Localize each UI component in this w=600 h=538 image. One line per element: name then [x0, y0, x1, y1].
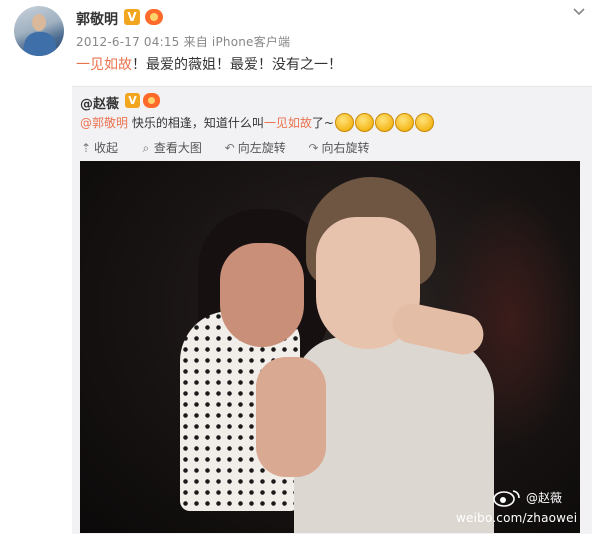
- emoji-icon: [414, 113, 434, 132]
- emoji-icon: [394, 113, 414, 132]
- photo-face: [220, 243, 304, 347]
- view-large-label: 查看大图: [153, 141, 202, 155]
- collapse-button[interactable]: ⇡ 收起: [80, 139, 118, 156]
- repost-text-highlight: 一见如故: [263, 116, 312, 130]
- member-icon: [143, 93, 160, 108]
- chevron-down-icon[interactable]: [572, 4, 586, 18]
- repost-box: @赵薇 V @郭敬明 快乐的相逢，知道什么叫一见如故了~ ⇡ 收起 ⌕ 查看大图 ↶…: [72, 86, 592, 534]
- post-text: 一见如故！最爱的薇姐！最爱！没有之一！: [76, 54, 342, 74]
- photo-hands: [256, 357, 326, 477]
- mention-link[interactable]: @郭敬明: [80, 116, 128, 130]
- rotate-right-icon: ↷: [308, 141, 319, 155]
- rotate-left-label: 向左旋转: [237, 141, 286, 155]
- repost-text: @郭敬明 快乐的相逢，知道什么叫一见如故了~: [80, 113, 434, 133]
- emoji-icon: [374, 113, 394, 132]
- rotate-left-icon: ↶: [224, 141, 235, 155]
- rotate-right-label: 向右旋转: [321, 141, 370, 155]
- verified-badge-icon: V: [125, 93, 140, 108]
- post-user-name[interactable]: 郭敬明: [76, 9, 118, 29]
- watermark-url: weibo.com/zhaowei: [456, 511, 578, 525]
- repost-user-name[interactable]: @赵薇: [80, 93, 119, 112]
- collapse-icon: ⇡: [80, 141, 92, 155]
- weibo-post-card: 郭敬明 V 2012-6-17 04:15 来自 iPhone客户端 一见如故！…: [0, 0, 600, 538]
- collapse-label: 收起: [94, 141, 119, 155]
- zoom-icon: ⌕: [142, 141, 150, 155]
- watermark-user: @赵薇: [526, 491, 563, 505]
- post-text-rest: ！最爱的薇姐！最爱！没有之一！: [132, 57, 342, 73]
- avatar-body: [24, 32, 56, 56]
- view-large-button[interactable]: ⌕ 查看大图: [140, 139, 202, 156]
- emoji-row: [334, 113, 434, 132]
- rotate-left-button[interactable]: ↶ 向左旋转: [224, 139, 286, 156]
- post-photo[interactable]: @赵薇 weibo.com/zhaowei: [80, 161, 580, 533]
- verified-badge-icon: V: [124, 9, 140, 25]
- avatar-head: [32, 14, 46, 31]
- weibo-logo-icon: [493, 490, 520, 507]
- rotate-right-button[interactable]: ↷ 向右旋转: [308, 139, 370, 156]
- emoji-icon: [354, 113, 374, 132]
- emoji-icon: [334, 113, 354, 132]
- repost-text-mid: 快乐的相逢，知道什么叫: [128, 116, 264, 130]
- post-text-highlight: 一见如故: [76, 57, 132, 73]
- repost-text-end: 了~: [311, 116, 334, 130]
- avatar[interactable]: [14, 6, 64, 56]
- image-actions: ⇡ 收起 ⌕ 查看大图 ↶ 向左旋转 ↷ 向右旋转: [80, 139, 388, 156]
- post-meta: 2012-6-17 04:15 来自 iPhone客户端: [76, 35, 291, 49]
- member-icon: [145, 9, 163, 25]
